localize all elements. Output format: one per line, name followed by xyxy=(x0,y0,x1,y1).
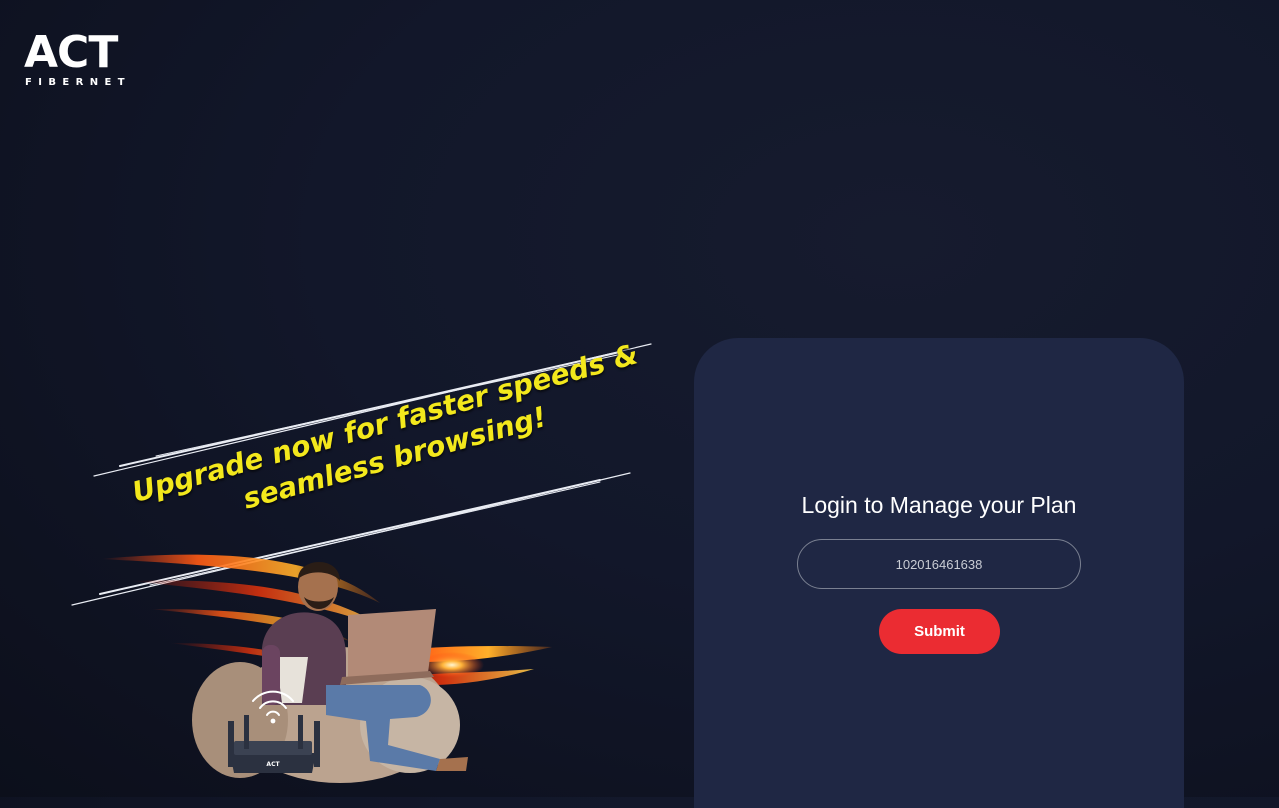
logo-wordmark: ACT xyxy=(24,27,118,78)
hero-illustration: ACT xyxy=(100,554,552,783)
login-card: Login to Manage your Plan Submit xyxy=(694,338,1184,808)
account-number-input[interactable] xyxy=(797,539,1081,589)
logo-subtitle: FIBERNET xyxy=(25,77,131,88)
act-fibernet-logo[interactable]: ACT FIBERNET xyxy=(24,30,138,90)
login-title: Login to Manage your Plan xyxy=(801,492,1077,518)
promo-banner: Upgrade now for faster speeds & seamless… xyxy=(70,330,690,797)
submit-button[interactable]: Submit xyxy=(879,609,1000,654)
router-label: ACT xyxy=(266,761,280,768)
